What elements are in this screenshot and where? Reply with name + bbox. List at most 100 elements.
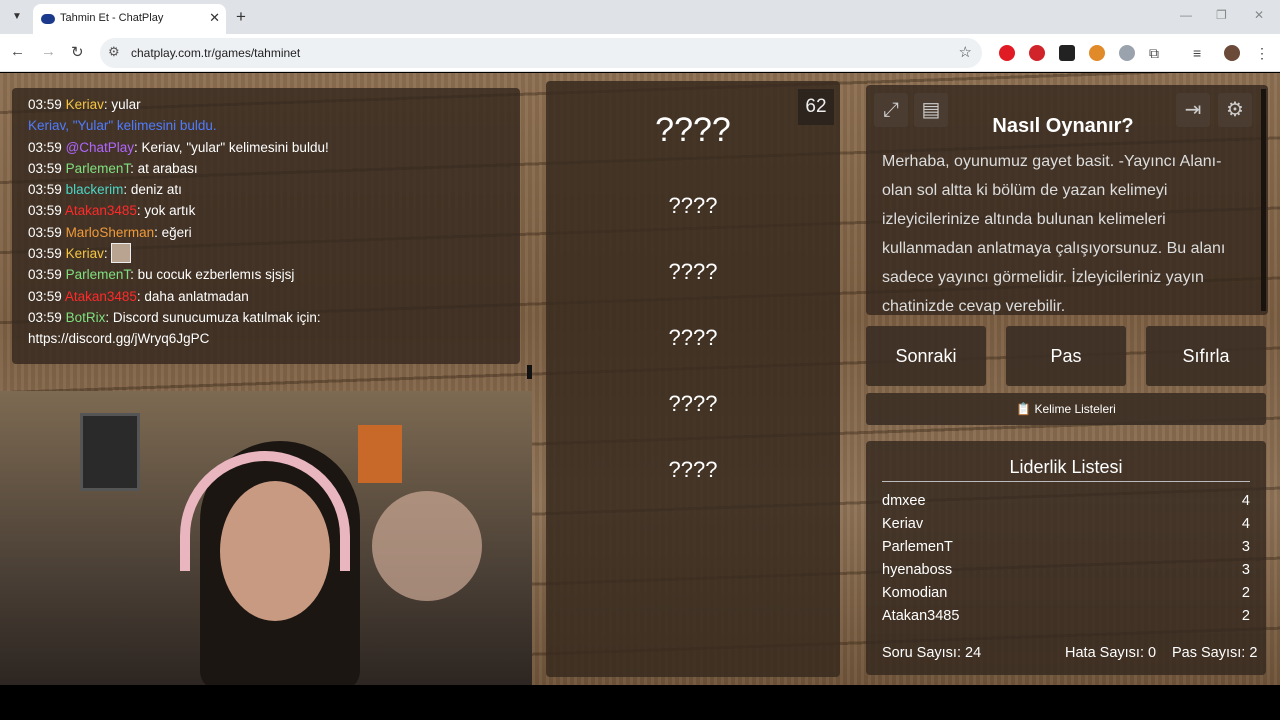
help-title: Nasıl Oynanır? xyxy=(992,115,1134,137)
game-page: 03:59 Keriav: yular Keriav, "Yular" kelim… xyxy=(0,73,1280,685)
restore-icon[interactable]: ❐ xyxy=(1216,8,1227,22)
message-text: : xyxy=(103,246,112,262)
extension-icon[interactable] xyxy=(1059,45,1075,61)
puzzle-extensions-icon[interactable]: ⧉ xyxy=(1149,45,1165,61)
next-button[interactable]: Sonraki xyxy=(866,326,986,386)
bookmark-star-icon[interactable]: ☆ xyxy=(959,43,972,61)
active-tab[interactable]: Tahmin Et - ChatPlay ✕ xyxy=(33,4,226,34)
leaderboard-row: dmxee 4 xyxy=(882,493,1250,509)
message-username[interactable]: Atakan3485 xyxy=(65,289,137,304)
leaderboard-row: hyenaboss 3 xyxy=(882,562,1250,578)
streamer-webcam xyxy=(0,391,532,685)
shield-extension-icon[interactable] xyxy=(1119,45,1135,61)
word-lists-button[interactable]: 📋 Kelime Listeleri xyxy=(866,393,1266,425)
player-name: Keriav xyxy=(882,516,924,532)
word-panel: 62 ???? ???? ???? ???? ???? ???? xyxy=(546,81,840,677)
message-time: 03:59 xyxy=(28,224,62,240)
chat-message: 03:59 Atakan3485: yok artık xyxy=(28,200,520,221)
forward-icon[interactable]: → xyxy=(41,43,56,60)
chat-message: 03:59 ParlemenT: at arabası xyxy=(28,158,520,179)
help-scrollbar[interactable] xyxy=(1261,89,1266,311)
leaderboard-row: ParlemenT 3 xyxy=(882,539,1250,555)
forbidden-word: ???? xyxy=(668,325,718,350)
message-username[interactable]: Keriav, "Yular" kelimesini buldu. xyxy=(28,118,217,133)
message-time: 03:59 xyxy=(28,267,62,283)
message-username[interactable]: Atakan3485 xyxy=(65,203,137,218)
chat-message: Keriav, "Yular" kelimesini buldu. xyxy=(28,115,520,136)
divider xyxy=(882,481,1250,482)
message-username[interactable]: BotRix xyxy=(66,310,106,325)
reset-button[interactable]: Sıfırla xyxy=(1146,326,1266,386)
wall-poster xyxy=(358,425,402,483)
message-time: 03:59 xyxy=(28,182,62,198)
chat-message: https://discord.gg/jWryq6JgPC xyxy=(28,328,520,349)
player-name: ParlemenT xyxy=(882,539,953,555)
player-score: 3 xyxy=(1241,562,1250,578)
message-time: 03:59 xyxy=(28,203,62,219)
leaderboard-panel: Liderlik Listesi dmxee 4 Keriav 4 Parlemen… xyxy=(866,441,1266,675)
profile-avatar[interactable] xyxy=(1224,45,1240,61)
error-count: Hata Sayısı: 0 xyxy=(1065,645,1157,661)
message-text: : daha anlatmadan xyxy=(136,288,249,304)
message-username[interactable]: Keriav xyxy=(66,246,104,261)
browser-toolbar: ← → ↻ ⚙ chatplay.com.tr/games/tahminet ☆… xyxy=(0,34,1280,72)
leaderboard-row: Keriav 4 xyxy=(882,516,1250,532)
extension-icon[interactable] xyxy=(1029,45,1045,61)
message-time: 03:59 xyxy=(28,160,62,176)
player-name: dmxee xyxy=(882,493,926,509)
hand xyxy=(372,491,482,601)
leaderboard-row: Atakan3485 2 xyxy=(882,608,1250,624)
message-time: 03:59 xyxy=(28,139,62,155)
close-tab-icon[interactable]: ✕ xyxy=(209,10,220,26)
help-text: Merhaba, oyunumuz gayet basit. -Yayıncı … xyxy=(882,153,1226,315)
player-score: 3 xyxy=(1241,539,1250,555)
media-control-icon[interactable]: ≡ xyxy=(1193,45,1209,61)
message-username[interactable]: MarloSherman xyxy=(66,225,155,240)
message-text: : bu cocuk ezberlemıs sjsjsj xyxy=(130,267,295,283)
leaderboard-title: Liderlik Listesi xyxy=(1009,457,1123,477)
chat-message: 03:59 Keriav: yular xyxy=(28,94,520,115)
forbidden-word: ???? xyxy=(668,259,718,284)
tab-bar: ▼ Tahmin Et - ChatPlay ✕ + — ❐ ✕ xyxy=(0,0,1280,34)
tab-search-icon[interactable]: ▼ xyxy=(8,8,26,26)
address-bar[interactable]: ⚙ chatplay.com.tr/games/tahminet ☆ xyxy=(100,38,982,68)
message-text: : eğeri xyxy=(154,224,192,240)
close-window-icon[interactable]: ✕ xyxy=(1254,8,1264,22)
emote-icon xyxy=(111,243,132,264)
message-username[interactable]: ParlemenT xyxy=(66,161,131,176)
message-username[interactable]: ParlemenT xyxy=(66,267,131,282)
message-username[interactable]: Keriav xyxy=(66,97,104,112)
message-username[interactable]: blackerim xyxy=(66,182,124,197)
site-info-icon[interactable]: ⚙ xyxy=(108,44,120,60)
wall-painting xyxy=(80,413,140,491)
chat-message: 03:59 MarloSherman: eğeri xyxy=(28,222,520,243)
reload-icon[interactable]: ↻ xyxy=(71,43,84,61)
page-bottom xyxy=(0,685,1280,720)
message-time: 03:59 xyxy=(28,309,62,325)
forbidden-word: ???? xyxy=(668,391,718,416)
minimize-icon[interactable]: — xyxy=(1180,8,1192,22)
player-name: hyenaboss xyxy=(882,562,953,578)
pass-count: Pas Sayısı: 2 xyxy=(1172,645,1258,661)
message-username[interactable]: @ChatPlay xyxy=(66,140,134,155)
message-time: 03:59 xyxy=(28,288,62,304)
message-text: : deniz atı xyxy=(123,182,182,198)
chat-scrollbar[interactable] xyxy=(527,365,532,379)
player-score: 2 xyxy=(1241,585,1250,601)
chatplay-favicon-icon xyxy=(41,14,55,24)
message-text: : Keriav, "yular" kelimesini buldu! xyxy=(134,139,329,155)
message-time: 03:59 xyxy=(28,97,62,112)
question-count: Soru Sayısı: 24 xyxy=(882,645,982,661)
new-tab-icon[interactable]: + xyxy=(236,7,246,27)
chat-message: 03:59 Keriav: xyxy=(28,243,520,264)
help-panel: ⤢ ▤ ⇥ ⚙ Nasıl Oynanır? Merhaba, oyunumuz… xyxy=(866,85,1268,315)
player-score: 4 xyxy=(1241,516,1250,532)
player-score: 4 xyxy=(1241,493,1250,509)
opera-extension-icon[interactable] xyxy=(999,45,1015,61)
back-icon[interactable]: ← xyxy=(10,43,25,60)
message-text: : yular xyxy=(103,97,141,112)
pass-button[interactable]: Pas xyxy=(1006,326,1126,386)
extension-icon[interactable] xyxy=(1089,45,1105,61)
menu-dots-icon[interactable]: ⋮ xyxy=(1255,45,1271,61)
chat-message: 03:59 @ChatPlay: Keriav, "yular" kelimes… xyxy=(28,137,520,158)
